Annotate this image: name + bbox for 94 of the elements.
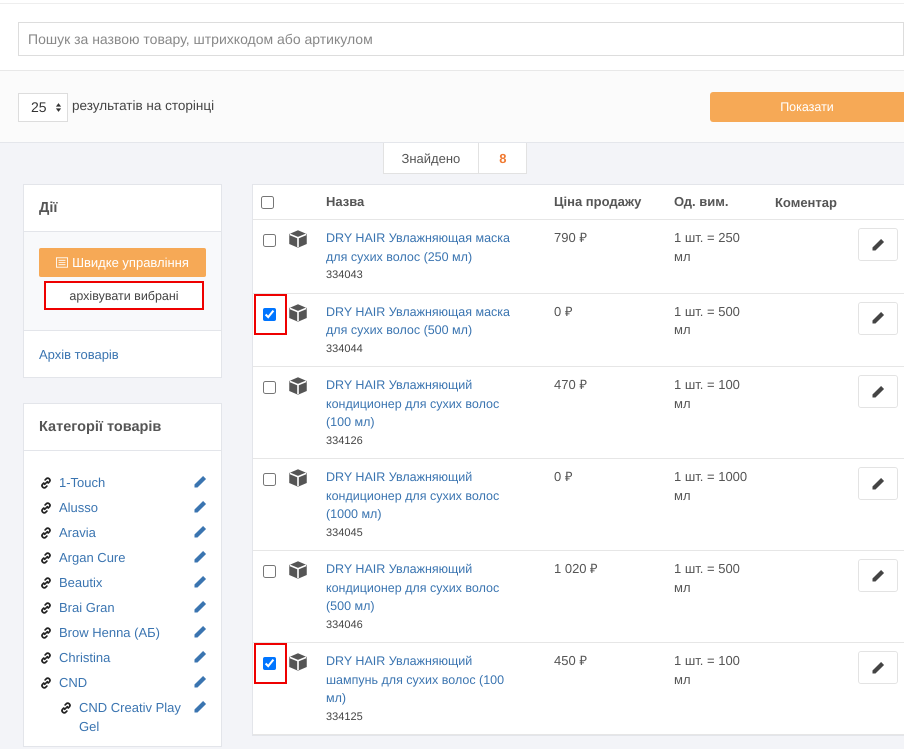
category-link[interactable]: Aravia bbox=[59, 523, 187, 542]
panel-title: Дії bbox=[39, 200, 58, 216]
link-icon bbox=[39, 651, 53, 665]
category-link[interactable]: Brai Gran bbox=[59, 598, 187, 617]
archive-selected-button[interactable]: архівувати вибрані bbox=[44, 281, 204, 310]
price-cell: 1 020 ₽ bbox=[554, 561, 598, 576]
link-icon bbox=[39, 476, 53, 490]
unit-cell-text: 1 шт. = 100 мл bbox=[674, 652, 741, 688]
select-all-checkbox[interactable] bbox=[261, 196, 274, 208]
link-icon bbox=[39, 601, 53, 615]
box-icon bbox=[288, 376, 308, 396]
edit-button[interactable] bbox=[858, 651, 898, 684]
unit-cell-text: 1 шт. = 500 мл bbox=[674, 560, 741, 596]
product-code: 334043 bbox=[326, 268, 364, 283]
price-cell: 450 ₽ bbox=[554, 653, 588, 668]
link-icon bbox=[39, 501, 53, 515]
product-code: 334045 bbox=[326, 526, 364, 540]
product-code: 334046 bbox=[326, 618, 364, 632]
pencil-icon bbox=[193, 575, 207, 589]
column-header: Коментар bbox=[775, 194, 837, 210]
pencil-icon bbox=[871, 660, 885, 674]
edit-button[interactable] bbox=[858, 559, 898, 592]
column-header: Назва bbox=[326, 194, 364, 209]
pencil-icon bbox=[193, 525, 207, 539]
category-link[interactable]: Brow Henna (АБ) bbox=[59, 623, 187, 642]
pencil-icon bbox=[193, 675, 207, 689]
product-name-link[interactable]: DRY HAIR Увлажняющий кондиционер для сухих волос (1000 мл) bbox=[326, 468, 526, 524]
product-code: 334125 bbox=[326, 710, 364, 724]
row-checkbox[interactable] bbox=[263, 381, 276, 394]
category-link[interactable]: Beautix bbox=[59, 573, 187, 592]
pencil-icon bbox=[193, 550, 207, 564]
row-checkbox[interactable] bbox=[263, 565, 276, 578]
column-header: Ціна продажу bbox=[554, 194, 642, 209]
price-cell: 0 ₽ bbox=[554, 469, 573, 484]
link-icon bbox=[59, 701, 73, 715]
per-page-label: результатів на сторінці bbox=[72, 98, 214, 112]
link-icon bbox=[39, 626, 53, 640]
product-name-link[interactable]: DRY HAIR Увлажняющая маска для сухих волос (500 мл) bbox=[326, 302, 526, 340]
product-code: 334126 bbox=[326, 434, 364, 448]
box-icon bbox=[288, 652, 308, 672]
row-checkbox[interactable] bbox=[263, 308, 276, 320]
pencil-icon bbox=[193, 600, 207, 614]
pencil-icon bbox=[193, 650, 207, 664]
unit-cell-text: 1 шт. = 100 мл bbox=[674, 376, 741, 412]
link-icon bbox=[39, 576, 53, 590]
search-field[interactable]: Пошук за назвою товару, штрихкодом або артикулом bbox=[18, 22, 904, 56]
column-header: Од. вим. bbox=[674, 192, 730, 211]
category-link[interactable]: Alusso bbox=[59, 498, 187, 517]
row-checkbox[interactable] bbox=[263, 473, 276, 486]
category-link[interactable]: Christina bbox=[59, 648, 187, 667]
pencil-icon bbox=[193, 700, 207, 714]
unit-cell-text: 1 шт. = 500 мл bbox=[674, 302, 741, 339]
edit-button[interactable] bbox=[858, 467, 898, 500]
pencil-icon bbox=[871, 384, 885, 398]
row-checkbox[interactable] bbox=[263, 234, 276, 247]
pencil-icon bbox=[871, 476, 885, 490]
edit-button[interactable] bbox=[858, 302, 898, 334]
price-cell: 0 ₽ bbox=[554, 304, 573, 318]
unit-cell-text: 1 шт. = 250 мл bbox=[674, 229, 741, 266]
row-checkbox[interactable] bbox=[263, 657, 276, 670]
archive-link[interactable]: Архів товарів bbox=[39, 346, 119, 362]
product-name-link[interactable]: DRY HAIR Увлажняющий кондиционер для сухих волос (500 мл) bbox=[326, 560, 526, 616]
price-cell: 790 ₽ bbox=[554, 230, 588, 245]
pencil-icon bbox=[193, 475, 207, 489]
edit-button[interactable] bbox=[858, 228, 898, 261]
pencil-icon bbox=[871, 238, 885, 252]
price-cell: 470 ₽ bbox=[554, 377, 588, 392]
spinner-arrows-icon bbox=[55, 102, 62, 112]
pencil-icon bbox=[193, 500, 207, 514]
box-icon bbox=[288, 468, 308, 488]
unit-cell-text: 1 шт. = 1000 мл bbox=[674, 468, 748, 504]
category-link[interactable]: 1-Touch bbox=[59, 473, 187, 492]
box-icon bbox=[288, 302, 308, 322]
category-link[interactable]: Argan Cure bbox=[59, 548, 187, 567]
found-label: Знайдено bbox=[382, 143, 480, 174]
link-icon bbox=[39, 526, 53, 540]
found-count: 8 bbox=[479, 143, 528, 174]
pencil-icon bbox=[193, 625, 207, 639]
edit-button[interactable] bbox=[858, 375, 898, 408]
link-icon bbox=[39, 676, 53, 690]
product-code: 334044 bbox=[326, 342, 364, 356]
product-name-link[interactable]: DRY HAIR Увлажняющий шампунь для сухих волос (100 мл) bbox=[326, 652, 526, 708]
pencil-icon bbox=[871, 311, 885, 325]
product-name-link[interactable]: DRY HAIR Увлажняющий кондиционер для сухих волос (100 мл) bbox=[326, 376, 526, 432]
box-icon bbox=[288, 229, 308, 249]
per-page-select[interactable]: 25 bbox=[18, 92, 68, 122]
list-icon bbox=[56, 257, 68, 268]
category-link[interactable]: CND Creativ Play Gel bbox=[79, 698, 187, 736]
link-icon bbox=[39, 551, 53, 565]
pencil-icon bbox=[871, 568, 885, 582]
panel-title: Категорії товарів bbox=[39, 419, 162, 435]
box-icon bbox=[288, 560, 308, 580]
product-name-link[interactable]: DRY HAIR Увлажняющая маска для сухих волос (250 мл) bbox=[326, 229, 526, 266]
category-link[interactable]: CND bbox=[59, 673, 187, 692]
